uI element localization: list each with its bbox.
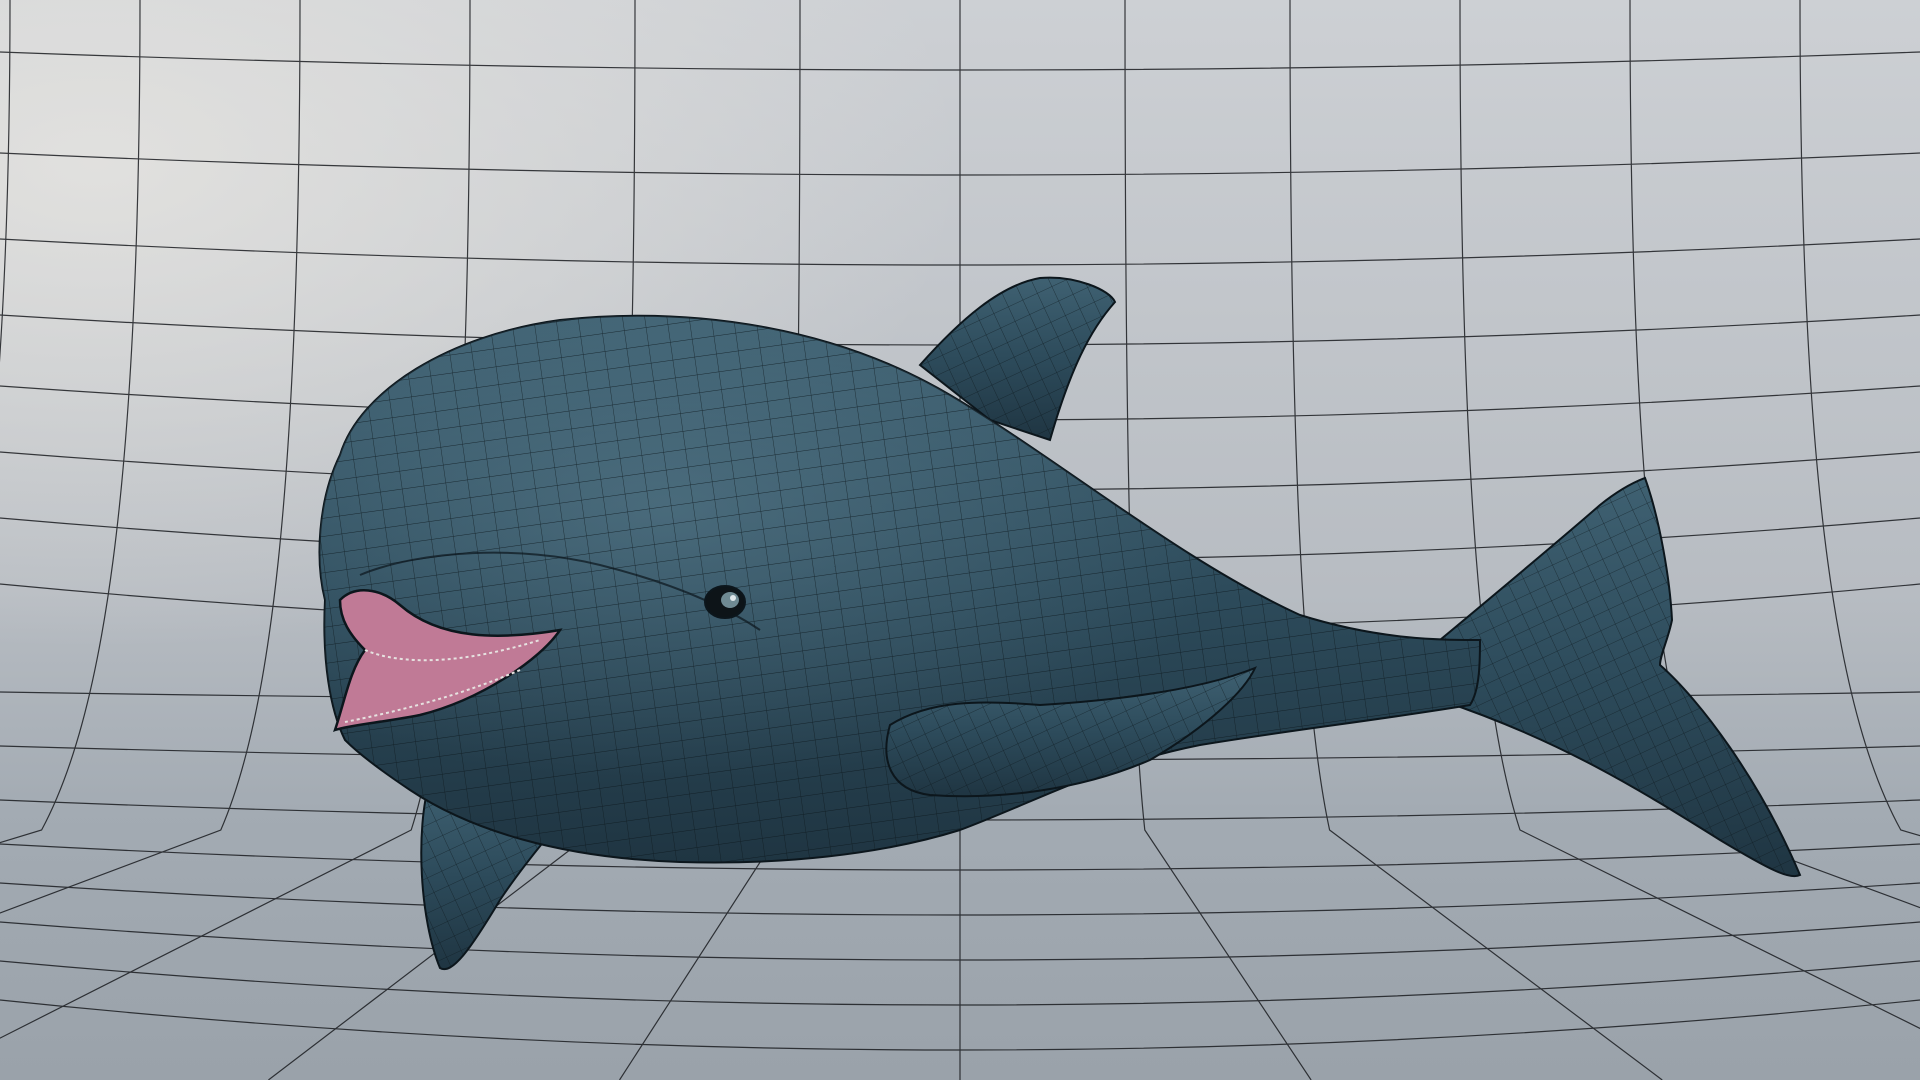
eye-icon	[704, 585, 746, 619]
render-viewport	[0, 0, 1920, 1080]
